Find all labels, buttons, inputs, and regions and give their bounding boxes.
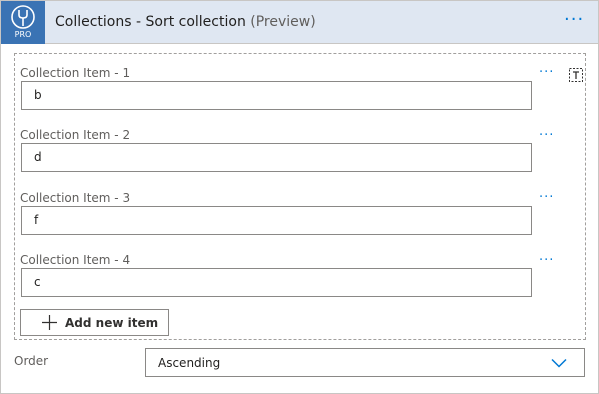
chevron-down-icon	[551, 358, 567, 368]
collection-item-label: Collection Item - 4	[20, 253, 131, 267]
collection-item-input[interactable]: b	[21, 81, 532, 110]
collection-item-more-button[interactable]: ···	[539, 128, 554, 143]
collection-item-more-button[interactable]: ···	[539, 253, 554, 268]
action-title: Collections - Sort collection (Preview)	[55, 14, 316, 30]
header-more-button[interactable]: ···	[564, 11, 584, 29]
add-new-item-button[interactable]: Add new item	[20, 309, 169, 336]
collection-item-label: Collection Item - 2	[20, 128, 131, 142]
order-label: Order	[14, 354, 49, 368]
action-header[interactable]: PRO Collections - Sort collection (Previ…	[1, 1, 598, 44]
collection-item-label: Collection Item - 1	[20, 66, 131, 80]
collection-item-input[interactable]: f	[21, 206, 532, 235]
action-card: PRO Collections - Sort collection (Previ…	[0, 0, 599, 394]
collection-item-input[interactable]: c	[21, 268, 532, 297]
wrench-icon	[11, 5, 35, 29]
collection-item-more-button[interactable]: ···	[539, 190, 554, 205]
add-new-item-label: Add new item	[65, 316, 159, 330]
preview-tag: (Preview)	[250, 14, 316, 30]
collection-container: Collection Item - 1 b ··· Collection Ite…	[14, 53, 586, 340]
order-dropdown[interactable]: Ascending	[145, 348, 585, 377]
collection-item-input[interactable]: d	[21, 143, 532, 172]
connector-logo: PRO	[1, 1, 45, 44]
action-title-text: Collections - Sort collection	[55, 14, 246, 30]
collection-item-more-button[interactable]: ···	[539, 65, 554, 80]
plus-icon	[42, 315, 57, 330]
order-dropdown-value: Ascending	[158, 356, 221, 370]
pro-badge: PRO	[14, 30, 32, 39]
text-mode-icon[interactable]	[568, 67, 584, 83]
collection-item-label: Collection Item - 3	[20, 191, 131, 205]
